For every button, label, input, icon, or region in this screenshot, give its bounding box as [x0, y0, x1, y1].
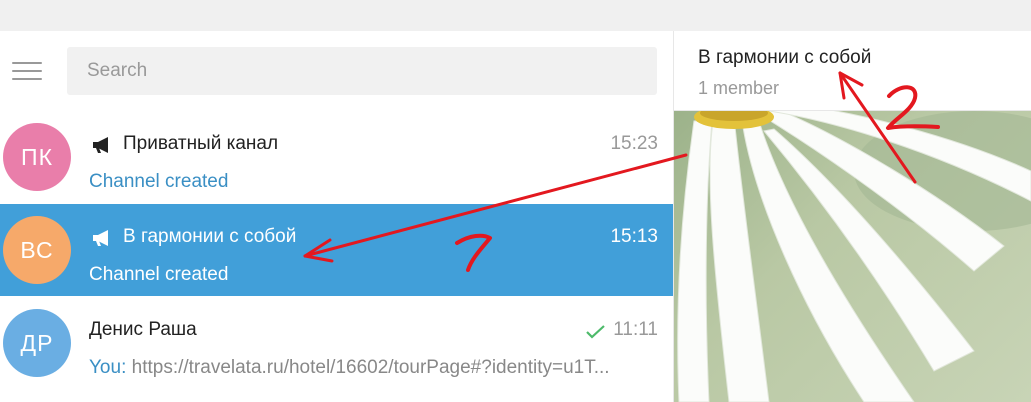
chat-preview: Channel created	[89, 264, 229, 285]
avatar: ДР	[3, 309, 71, 377]
chat-time: 15:23	[610, 133, 658, 154]
chat-item-v-garmonii[interactable]: ВС В гармонии с собой 15:13 Channel crea…	[0, 204, 673, 296]
search-input[interactable]	[67, 47, 657, 95]
chat-time: 15:13	[610, 226, 658, 247]
chat-wallpaper	[674, 111, 1031, 402]
preview-text: https://travelata.ru/hotel/16602/tourPag…	[126, 357, 610, 378]
megaphone-icon	[93, 230, 108, 246]
chat-name: В гармонии с собой	[123, 226, 297, 247]
megaphone-icon	[93, 137, 108, 153]
chat-header[interactable]: В гармонии с собой 1 member	[674, 31, 1031, 111]
chat-header-subtitle: 1 member	[698, 78, 780, 98]
chat-name: Приватный канал	[123, 133, 279, 154]
chat-item-denis-rasha[interactable]: ДР Денис Раша 11:11 You: https://travela…	[0, 297, 673, 389]
chat-time: 11:11	[613, 319, 658, 340]
double-check-icon	[586, 325, 605, 339]
chat-preview: Channel created	[89, 171, 229, 192]
chat-header-title: В гармонии с собой	[698, 47, 872, 68]
window-titlebar	[0, 0, 1031, 31]
hamburger-menu-icon[interactable]	[12, 62, 42, 80]
preview-sender: You:	[89, 357, 127, 378]
chat-preview: You: https://travelata.ru/hotel/16602/to…	[89, 357, 659, 379]
avatar: ПК	[3, 123, 71, 191]
chat-name: Денис Раша	[89, 319, 197, 340]
avatar: ВС	[3, 216, 71, 284]
chat-item-private-channel[interactable]: ПК Приватный канал 15:23 Channel created	[0, 111, 673, 203]
daisy-image	[677, 111, 1031, 402]
